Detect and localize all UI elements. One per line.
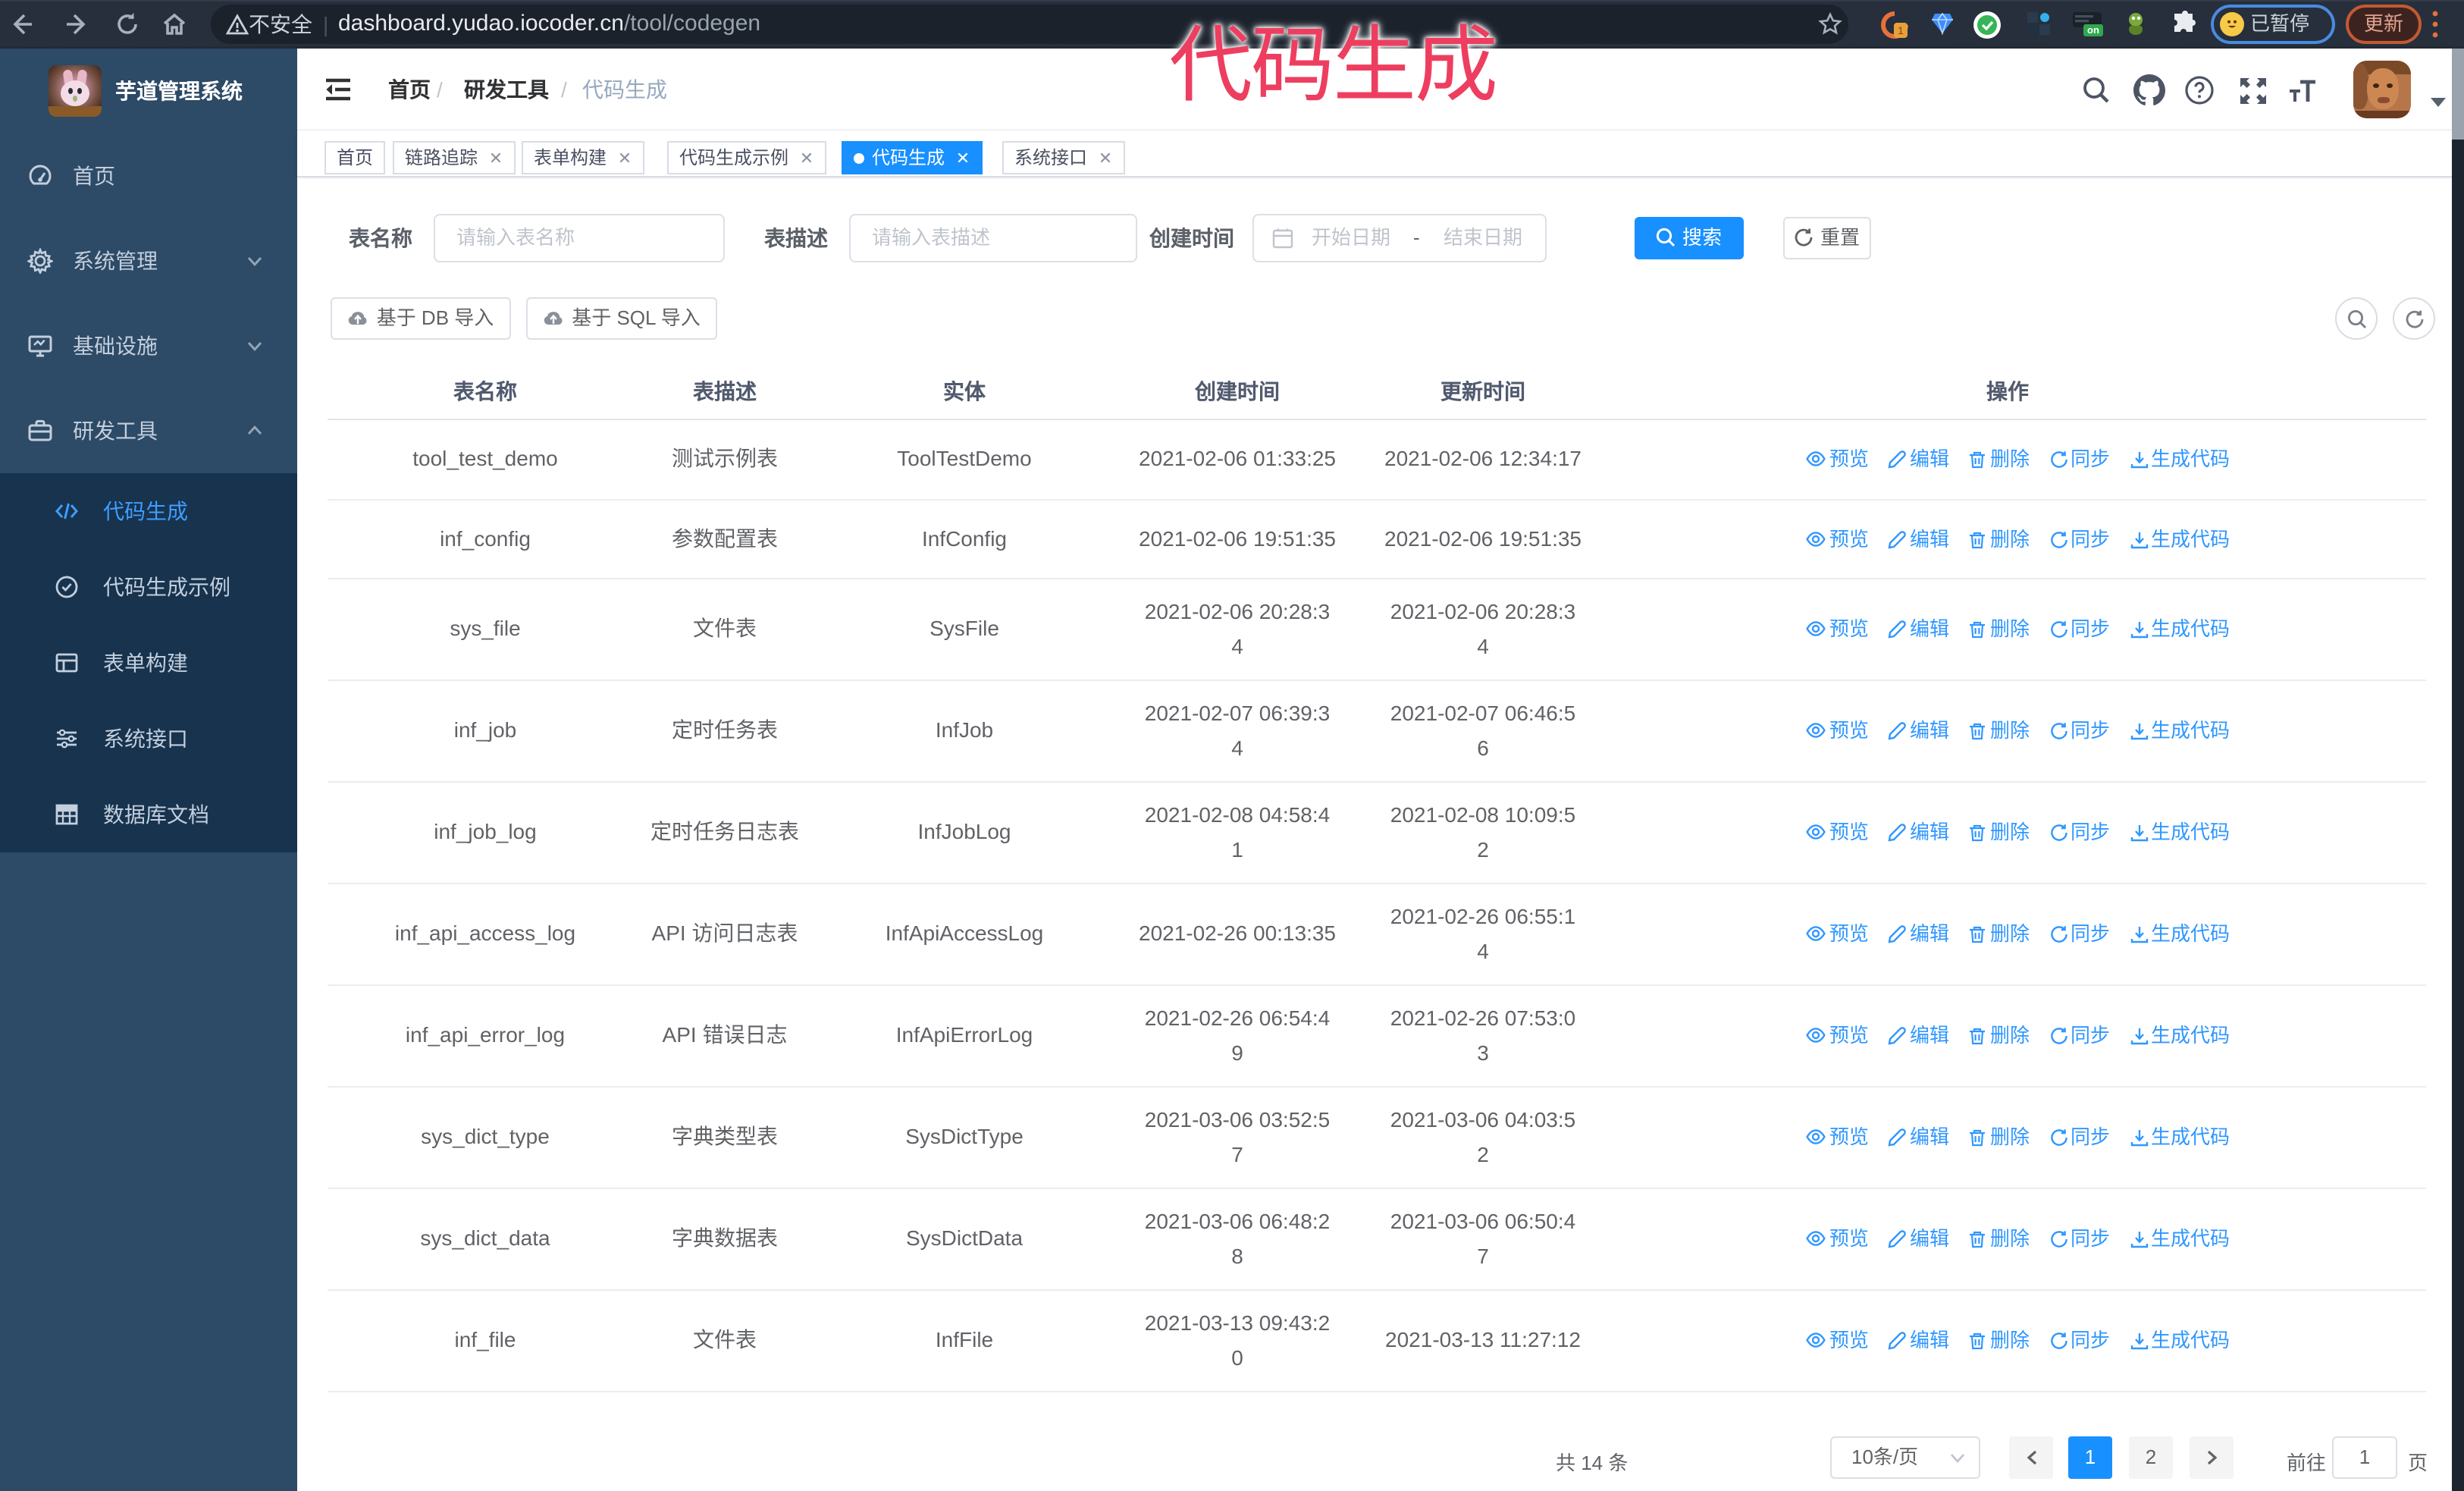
svg-text:on: on [2087, 24, 2099, 36]
svg-text:1: 1 [1898, 24, 1904, 36]
